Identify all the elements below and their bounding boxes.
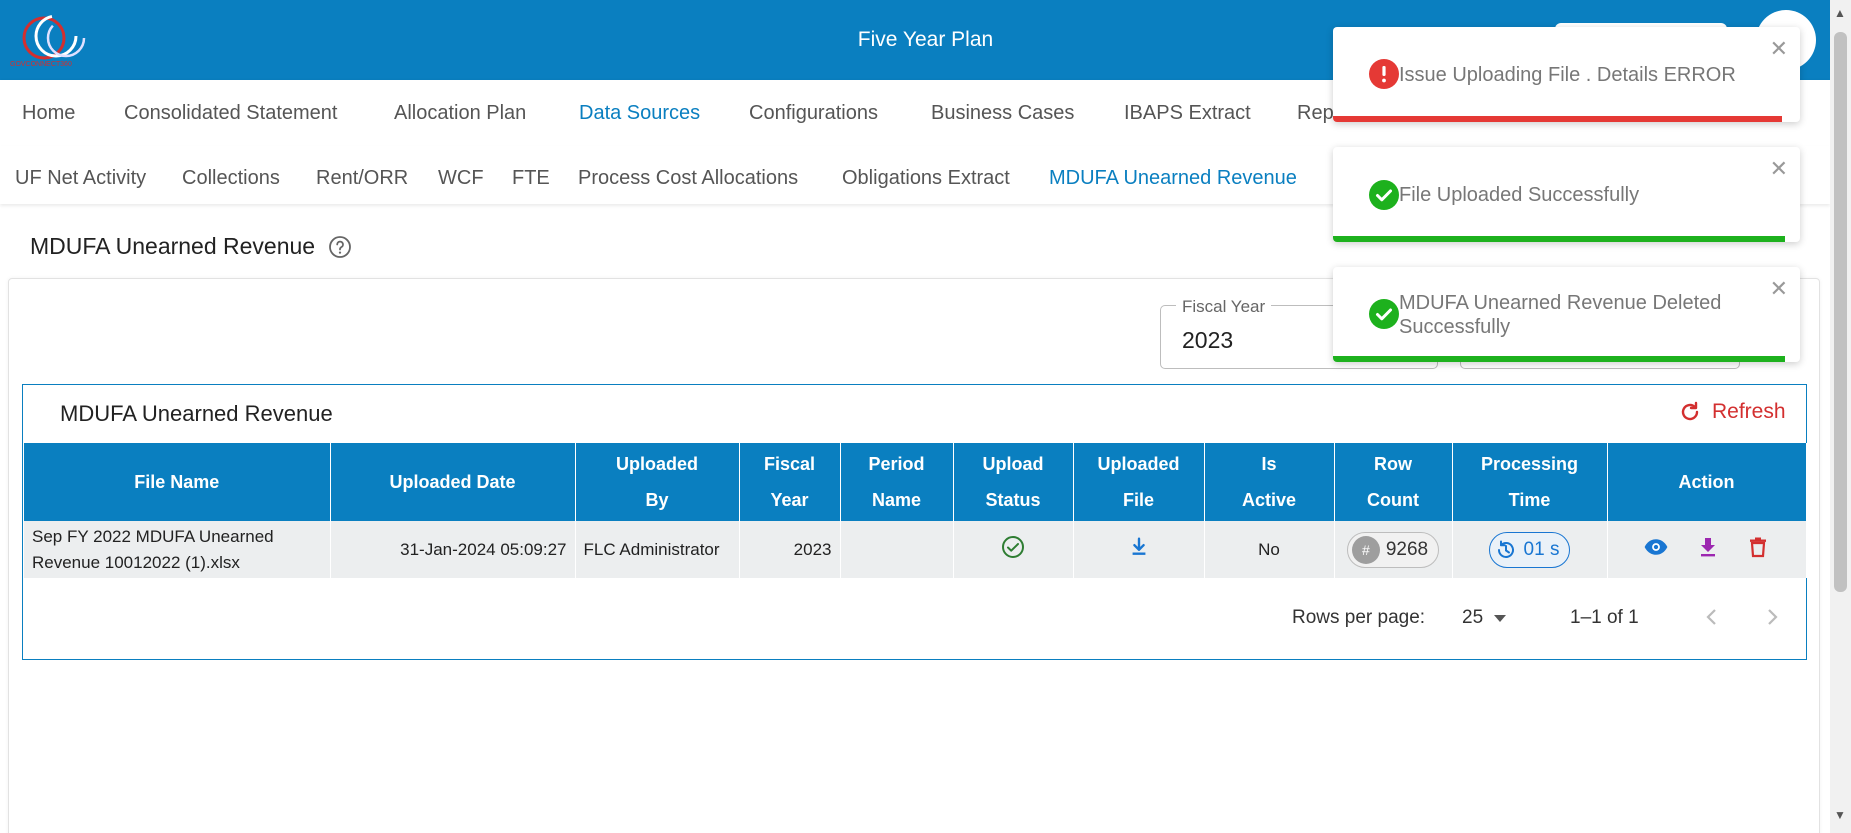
cell-fiscal-year: 2023 [739,521,841,578]
rows-per-page-select[interactable]: 25 [1462,607,1507,629]
nav-allocation-plan[interactable]: Allocation Plan [394,102,526,125]
subnav-wcf[interactable]: WCF [438,167,484,190]
cell-uploaded-by: FLC Administrator [575,521,740,578]
toast-message: MDUFA Unearned Revenue Deleted Successfu… [1399,292,1722,338]
rows-per-page-label: Rows per page: [1292,607,1426,628]
nav-data-sources[interactable]: Data Sources [579,102,700,125]
close-icon[interactable]: ✕ [1770,158,1788,180]
subnav-rent-orr[interactable]: Rent/ORR [316,167,408,190]
help-icon[interactable] [328,235,352,259]
data-grid: File Name Uploaded Date Uploaded By Fisca… [24,443,1807,578]
error-icon [1369,59,1399,89]
processing-time-chip: 01 s [1488,531,1571,568]
page: GOVCONNECT360 Five Year Plan A Home Cons… [0,0,1851,833]
nav-business-cases[interactable]: Business Cases [931,102,1074,125]
toast-progress-bar [1333,356,1785,362]
toast-message: File Uploaded Successfully [1399,184,1640,206]
cell-is-active: No [1204,521,1335,578]
toast-success-upload: File Uploaded Successfully ✕ [1333,147,1800,242]
success-icon [1369,180,1399,210]
col-action[interactable]: Action [1607,443,1807,521]
nav-reports[interactable]: Rep [1297,102,1334,125]
grid-header-row: File Name Uploaded Date Uploaded By Fisca… [24,443,1807,521]
cell-action [1607,521,1807,578]
subnav-obligations-extract[interactable]: Obligations Extract [842,167,1010,190]
col-upload-status[interactable]: Upload Status [953,443,1074,521]
refresh-button[interactable]: Refresh [1678,398,1786,426]
scrollbar-thumb[interactable] [1834,32,1847,592]
subnav-uf-net-activity[interactable]: UF Net Activity [15,167,146,190]
cell-uploaded-date: 31-Jan-2024 05:09:27 [330,521,576,578]
hash-icon: # [1351,535,1380,564]
pagination-range: 1–1 of 1 [1570,607,1639,628]
rows-per-page-value: 25 [1462,607,1484,628]
view-icon[interactable] [1643,534,1669,565]
toast-error: Issue Uploading File . Details ERROR ✕ [1333,27,1800,122]
scroll-down-arrow[interactable]: ▼ [1834,808,1846,822]
grid-title: MDUFA Unearned Revenue [60,401,333,426]
col-processing-time[interactable]: Processing Time [1452,443,1608,521]
download-icon[interactable] [1128,536,1150,563]
refresh-icon [1681,401,1699,421]
nav-configurations[interactable]: Configurations [749,102,878,125]
col-fiscal-year[interactable]: Fiscal Year [739,443,841,521]
toast-progress-bar [1333,116,1782,122]
scroll-up-arrow[interactable]: ▲ [1834,6,1846,20]
col-is-active[interactable]: Is Active [1204,443,1335,521]
subnav-mdufa-unearned-revenue[interactable]: MDUFA Unearned Revenue [1049,167,1297,190]
nav-ibaps-extract[interactable]: IBAPS Extract [1124,102,1251,125]
col-file-name[interactable]: File Name [24,443,331,521]
close-icon[interactable]: ✕ [1770,38,1788,60]
download-file-icon[interactable] [1696,535,1720,564]
chevron-right-icon [1768,609,1778,625]
cell-upload-status [953,521,1074,578]
col-uploaded-file[interactable]: Uploaded File [1073,443,1205,521]
fiscal-year-label: Fiscal Year [1176,297,1272,317]
col-row-count[interactable]: Row Count [1334,443,1453,521]
cell-processing-time: 01 s [1452,521,1608,578]
fiscal-year-value: 2023 [1182,327,1234,353]
table-row[interactable]: Sep FY 2022 MDUFA Unearned Revenue 10012… [24,521,1807,578]
col-uploaded-date[interactable]: Uploaded Date [330,443,576,521]
delete-icon[interactable] [1746,535,1770,564]
row-count-chip: # 9268 [1346,531,1440,568]
chevron-left-icon [1706,609,1716,625]
col-period-name[interactable]: Period Name [840,443,954,521]
toast-success-delete: MDUFA Unearned Revenue Deleted Successfu… [1333,267,1800,362]
next-page-button[interactable] [1760,605,1784,629]
svg-text:GOVCONNECT360: GOVCONNECT360 [10,61,72,68]
previous-page-button[interactable] [1700,605,1724,629]
caret-down-icon [1494,615,1507,622]
cell-row-count: # 9268 [1334,521,1453,578]
check-circle-icon [1001,535,1025,564]
page-title: MDUFA Unearned Revenue [30,233,316,259]
subnav-collections[interactable]: Collections [182,167,280,190]
processing-time-value: 01 s [1523,538,1560,560]
nav-consolidated-statement[interactable]: Consolidated Statement [124,102,337,125]
subnav-fte[interactable]: FTE [512,167,550,190]
col-uploaded-by[interactable]: Uploaded By [575,443,740,521]
toast-message: Issue Uploading File . Details ERROR [1399,64,1736,86]
cell-uploaded-file [1073,521,1205,578]
subnav-process-cost-allocations[interactable]: Process Cost Allocations [578,167,798,190]
toast-progress-bar [1333,236,1785,242]
cell-file-name: Sep FY 2022 MDUFA Unearned Revenue 10012… [24,521,331,578]
cell-period-name [840,521,954,578]
refresh-label: Refresh [1712,400,1786,423]
row-count-value: 9268 [1385,538,1429,560]
close-icon[interactable]: ✕ [1770,278,1788,300]
history-icon [1497,540,1514,558]
success-icon [1369,299,1399,329]
nav-home[interactable]: Home [22,102,75,125]
